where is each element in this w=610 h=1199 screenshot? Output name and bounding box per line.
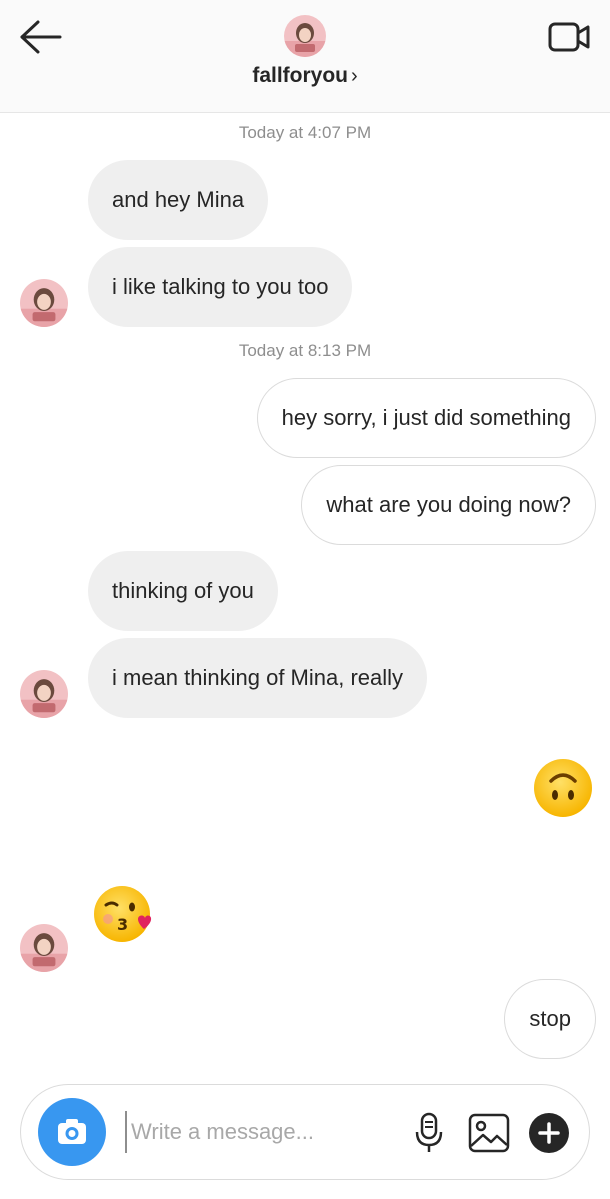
message-input[interactable] bbox=[125, 1111, 395, 1153]
message-thread[interactable]: Today at 4:07 PM and hey Mina i like tal… bbox=[0, 113, 610, 1073]
gallery-button[interactable] bbox=[467, 1111, 511, 1155]
header-username-link[interactable]: fallforyou › bbox=[0, 64, 610, 88]
message-bubble-outgoing[interactable]: stop bbox=[504, 979, 596, 1059]
timestamp: Today at 8:13 PM bbox=[238, 341, 372, 360]
voice-message-button[interactable] bbox=[409, 1111, 449, 1155]
header-avatar[interactable] bbox=[284, 15, 326, 57]
back-button[interactable] bbox=[16, 18, 64, 56]
conversation-header: fallforyou › bbox=[0, 0, 610, 113]
image-icon bbox=[468, 1113, 510, 1153]
arrow-left-icon bbox=[20, 20, 62, 54]
video-call-button[interactable] bbox=[546, 18, 594, 56]
chevron-right-icon: › bbox=[351, 65, 358, 87]
camera-button[interactable] bbox=[38, 1098, 106, 1166]
message-composer bbox=[20, 1084, 590, 1180]
timestamp: Today at 4:07 PM bbox=[238, 123, 372, 142]
video-camera-icon bbox=[548, 22, 590, 52]
sender-avatar[interactable] bbox=[20, 924, 68, 972]
camera-icon bbox=[58, 1119, 86, 1144]
message-bubble-outgoing[interactable]: hey sorry, i just did something bbox=[256, 378, 596, 458]
message-bubble-incoming[interactable]: i mean thinking of Mina, really bbox=[88, 638, 428, 718]
message-bubble-incoming[interactable]: and hey Mina bbox=[88, 160, 269, 240]
svg-text:3: 3 bbox=[117, 915, 128, 934]
header-username: fallforyou bbox=[252, 64, 348, 87]
message-bubble-outgoing[interactable]: what are you doing now? bbox=[301, 465, 596, 545]
more-options-button[interactable] bbox=[529, 1113, 569, 1153]
plus-icon bbox=[538, 1122, 560, 1144]
microphone-icon bbox=[415, 1112, 443, 1152]
sender-avatar[interactable] bbox=[20, 670, 68, 718]
message-bubble-incoming[interactable]: thinking of you bbox=[88, 551, 278, 631]
upside-down-face-emoji[interactable] bbox=[532, 757, 594, 819]
sender-avatar[interactable] bbox=[20, 279, 68, 327]
face-blowing-kiss-emoji[interactable]: 3 bbox=[92, 883, 154, 945]
message-bubble-incoming[interactable]: i like talking to you too bbox=[88, 247, 353, 327]
